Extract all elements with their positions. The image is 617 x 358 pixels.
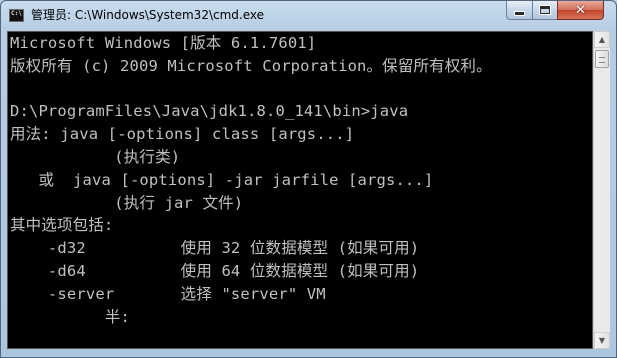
- console-line: (执行类): [10, 147, 181, 166]
- console-line: 用法: java [-options] class [args...]: [10, 125, 355, 144]
- scrollbar-thumb[interactable]: [595, 50, 609, 68]
- console-line: -d32 使用 32 位数据模型 (如果可用): [10, 239, 420, 258]
- title-bar[interactable]: C:\ 管理员: C:\Windows\System32\cmd.exe ✕: [1, 1, 616, 31]
- console-line: 半:: [10, 307, 130, 326]
- cmd-icon-text: C:\: [11, 10, 22, 17]
- console-line: Microsoft Windows [版本 6.1.7601]: [10, 34, 317, 52]
- close-icon: ✕: [575, 2, 586, 18]
- scroll-down-arrow-icon: ▼: [598, 335, 606, 345]
- console-line: D:\ProgramFiles\Java\jdk1.8.0_141\bin>ja…: [10, 102, 409, 121]
- console-output[interactable]: Microsoft Windows [版本 6.1.7601] 版权所有 (c)…: [7, 31, 593, 349]
- maximize-icon: [540, 6, 550, 14]
- vertical-scrollbar[interactable]: ▲ ▼: [593, 31, 610, 349]
- console-line: 或 java [-options] -jar jarfile [args...]: [10, 170, 434, 189]
- maximize-button[interactable]: [532, 1, 557, 20]
- close-button[interactable]: ✕: [557, 1, 604, 20]
- grip-icon: [599, 57, 605, 63]
- console-line: 其中选项包括:: [10, 216, 114, 235]
- console-line: -server 选择 "server" VM: [10, 284, 326, 303]
- cmd-icon[interactable]: C:\: [9, 9, 24, 22]
- console-line: 版权所有 (c) 2009 Microsoft Corporation。保留所有…: [10, 56, 492, 75]
- cmd-window: C:\ 管理员: C:\Windows\System32\cmd.exe ✕ M…: [0, 0, 617, 358]
- scroll-up-arrow-icon: ▲: [598, 34, 606, 44]
- scroll-down-button[interactable]: ▼: [594, 332, 610, 349]
- console-line: -d64 使用 64 位数据模型 (如果可用): [10, 261, 420, 280]
- scroll-up-button[interactable]: ▲: [594, 31, 610, 48]
- minimize-button[interactable]: [506, 1, 532, 20]
- minimize-icon: [515, 12, 524, 15]
- console-line: (执行 jar 文件): [10, 193, 244, 212]
- window-title: 管理员: C:\Windows\System32\cmd.exe: [31, 8, 264, 22]
